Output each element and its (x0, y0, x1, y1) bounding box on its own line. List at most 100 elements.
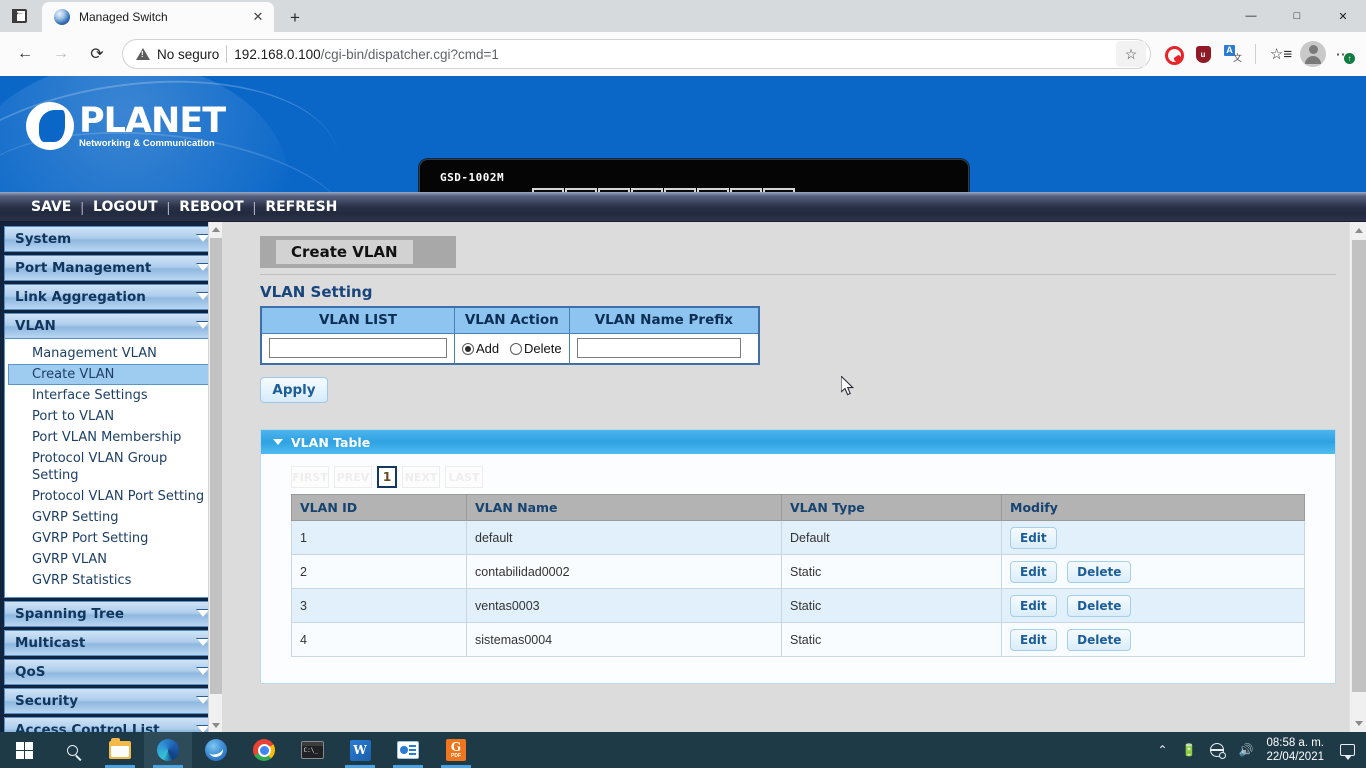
sidebar-group-system[interactable]: System (4, 226, 218, 252)
ublock-shield-icon[interactable]: u (1189, 37, 1217, 71)
sidebar-group-spanning-tree[interactable]: Spanning Tree (4, 601, 218, 627)
sidebar-group-qos[interactable]: QoS (4, 659, 218, 685)
radio-add[interactable]: Add (462, 341, 499, 356)
pager-first-button[interactable]: FIRST (291, 466, 329, 488)
port-4[interactable]: 4 (631, 188, 663, 192)
edit-button[interactable]: Edit (1010, 561, 1057, 583)
network-disconnected-icon[interactable] (1203, 732, 1231, 768)
battery-icon[interactable]: 🔋 (1175, 732, 1204, 768)
radio-delete[interactable]: Delete (510, 341, 562, 356)
sidebar-item-create-vlan[interactable]: Create VLAN (8, 364, 214, 385)
pager-last-button[interactable]: LAST (445, 466, 483, 488)
sidebar-group-multicast[interactable]: Multicast (4, 630, 218, 656)
edit-button[interactable]: Edit (1010, 527, 1057, 549)
sidebar-scrollbar[interactable] (208, 222, 222, 732)
radio-delete-icon (510, 343, 522, 355)
add-favorite-icon[interactable]: ☆ (1116, 41, 1146, 67)
pager-current-page[interactable]: 1 (377, 466, 397, 488)
sidebar-item-gvrp-port-setting[interactable]: GVRP Port Setting (8, 528, 214, 549)
page-title-bar: Create VLAN (260, 236, 456, 268)
tray-overflow-icon[interactable]: ⌃ (1150, 732, 1174, 768)
sidebar-group-label: QoS (15, 664, 45, 680)
pager-next-button[interactable]: NEXT (402, 466, 440, 488)
content-scroll-up-icon[interactable] (1350, 222, 1366, 239)
close-window-button[interactable]: ✕ (1320, 0, 1366, 32)
port-3[interactable]: 3 (598, 188, 630, 192)
sidebar-scroll-down-icon[interactable] (209, 718, 222, 732)
sidebar-item-gvrp-setting[interactable]: GVRP Setting (8, 507, 214, 528)
sidebar-item-protocol-vlan-port-setting[interactable]: Protocol VLAN Port Setting (8, 486, 214, 507)
port-2[interactable]: 2 (565, 188, 597, 192)
sidebar-item-management-vlan[interactable]: Management VLAN (8, 343, 214, 364)
back-button[interactable]: ← (8, 37, 42, 71)
vlan-name-prefix-input[interactable] (577, 338, 741, 358)
tab-actions-icon[interactable] (0, 0, 38, 32)
sidebar-item-port-vlan-membership[interactable]: Port VLAN Membership (8, 427, 214, 448)
reboot-link[interactable]: REBOOT (170, 199, 252, 215)
refresh-link[interactable]: REFRESH (256, 199, 346, 215)
maximize-button[interactable]: □ (1274, 0, 1320, 32)
edit-button[interactable]: Edit (1010, 629, 1057, 651)
sidebar-group-link-aggregation[interactable]: Link Aggregation (4, 284, 218, 310)
sidebar-group-security[interactable]: Security (4, 688, 218, 714)
port-6[interactable]: 6 (697, 188, 729, 192)
taskbar-file-explorer-icon[interactable] (96, 732, 144, 768)
cell-vlan-id: 4 (292, 623, 467, 657)
collapse-triangle-icon[interactable] (273, 439, 283, 445)
pocket-extension-icon[interactable] (1159, 37, 1187, 71)
logout-link[interactable]: LOGOUT (84, 199, 167, 215)
delete-button[interactable]: Delete (1067, 595, 1131, 617)
address-bar[interactable]: No seguro 192.168.0.100/cgi-bin/dispatch… (122, 39, 1151, 69)
sidebar-item-gvrp-vlan[interactable]: GVRP VLAN (8, 549, 214, 570)
port-7[interactable]: 7 (730, 188, 762, 192)
sidebar-item-gvrp-statistics[interactable]: GVRP Statistics (8, 570, 214, 591)
search-icon[interactable] (48, 732, 96, 768)
sidebar-group-vlan[interactable]: VLAN (4, 313, 218, 339)
clock[interactable]: 08:58 a. m. 22/04/2021 (1260, 736, 1334, 764)
taskbar-planet-utility-icon[interactable] (192, 732, 240, 768)
translate-extension-icon[interactable] (1219, 37, 1247, 71)
delete-button[interactable]: Delete (1067, 561, 1131, 583)
apply-button[interactable]: Apply (260, 377, 328, 403)
radio-add-icon (462, 343, 474, 355)
taskbar-pdf-reader-icon[interactable]: GPDF (432, 732, 480, 768)
taskbar-command-prompt-icon[interactable] (288, 732, 336, 768)
minimize-button[interactable]: — (1228, 0, 1274, 32)
new-tab-button[interactable]: + (280, 4, 310, 32)
taskbar-microsoft-edge-icon[interactable] (144, 732, 192, 768)
content-scrollbar[interactable] (1349, 222, 1366, 732)
port-5[interactable]: 5 (664, 188, 696, 192)
sidebar-group-port-management[interactable]: Port Management (4, 255, 218, 281)
collections-icon[interactable]: ☆≡ (1264, 37, 1298, 71)
sidebar-item-protocol-vlan-group-setting[interactable]: Protocol VLAN Group Setting (8, 448, 214, 486)
content-scroll-down-icon[interactable] (1350, 715, 1366, 732)
sidebar-item-interface-settings[interactable]: Interface Settings (8, 385, 214, 406)
more-settings-icon[interactable]: ⋯ ↑ (1328, 37, 1358, 71)
pager-prev-button[interactable]: PREV (334, 466, 372, 488)
edit-button[interactable]: Edit (1010, 595, 1057, 617)
delete-button[interactable]: Delete (1067, 629, 1131, 651)
browser-tab[interactable]: Managed Switch ✕ (42, 2, 274, 32)
taskbar-powerpoint-icon[interactable] (384, 732, 432, 768)
port-8[interactable]: 8 (763, 188, 795, 192)
tab-close-icon[interactable]: ✕ (248, 7, 268, 27)
save-link[interactable]: SAVE (22, 199, 80, 215)
sidebar-group-access-control-list[interactable]: Access Control List (4, 717, 218, 732)
reload-button[interactable]: ⟳ (80, 37, 114, 71)
sidebar-item-port-to-vlan[interactable]: Port to VLAN (8, 406, 214, 427)
vlan-table-panel-header[interactable]: VLAN Table (261, 430, 1335, 454)
content-scroll-thumb[interactable] (1352, 240, 1366, 692)
notification-icon[interactable] (1334, 732, 1360, 768)
avatar-icon[interactable] (1300, 41, 1326, 67)
volume-icon[interactable]: 🔊 (1231, 732, 1260, 768)
forward-button[interactable]: → (44, 37, 78, 71)
taskbar-google-chrome-icon[interactable] (240, 732, 288, 768)
port-1[interactable]: 1 (532, 188, 564, 192)
vlan-list-input[interactable] (269, 338, 447, 358)
windows-start-icon[interactable] (0, 732, 48, 768)
sidebar-scroll-up-icon[interactable] (209, 222, 222, 236)
tab-strip: Managed Switch ✕ + — □ ✕ (0, 0, 1366, 32)
taskbar-microsoft-word-icon[interactable]: W (336, 732, 384, 768)
top-action-nav: SAVE | LOGOUT | REBOOT | REFRESH (0, 192, 1366, 222)
sidebar-scroll-thumb[interactable] (210, 238, 222, 694)
